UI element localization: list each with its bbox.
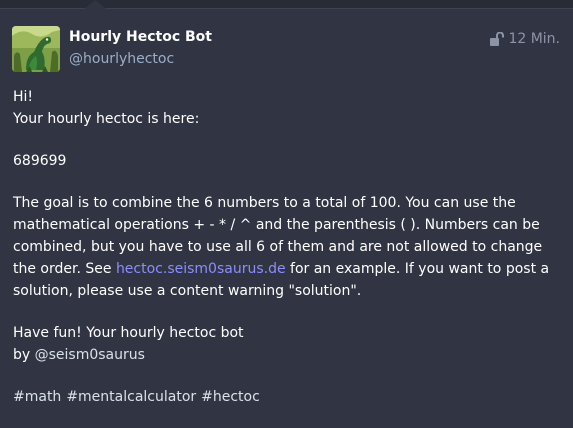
greeting-text: Hi! [13,89,34,105]
display-name[interactable]: Hourly Hectoc Bot [69,29,212,45]
intro-text: Your hourly hectoc is here: [13,111,200,127]
post-timestamp[interactable]: 12 Min. [508,31,560,47]
rules-paragraph: The goal is to combine the 6 numbers to … [13,192,565,302]
greeting-paragraph: Hi! Your hourly hectoc is here: [13,86,565,130]
focus-indicator-notch [84,0,106,9]
post-meta: 12 Min. [489,31,560,47]
status-post: Hourly Hectoc Bot @hourlyhectoc 12 Min. … [0,10,573,408]
post-content: Hi! Your hourly hectoc is here: 689699 T… [13,86,565,428]
example-link[interactable]: hectoc.seism0saurus.de [116,261,286,277]
hashtag-hectoc[interactable]: #hectoc [201,389,260,405]
signoff-text: Have fun! Your hourly hectoc bot [13,325,244,341]
hectoc-number: 689699 [13,153,67,169]
signoff-paragraph: Have fun! Your hourly hectoc bot by @sei… [13,322,565,366]
hashtag-list: #math #mentalcalculator #hectoc [13,386,565,408]
hashtag-math[interactable]: #math [13,389,61,405]
by-text: by [13,347,35,363]
account-handle[interactable]: @hourlyhectoc [69,51,174,67]
top-divider-bar [0,0,573,9]
unlock-icon [490,32,505,46]
mention-link[interactable]: @seism0saurus [35,347,145,363]
dinosaur-avatar-icon [12,26,60,72]
hashtag-mentalcalculator[interactable]: #mentalcalculator [66,389,196,405]
avatar[interactable] [12,26,60,72]
